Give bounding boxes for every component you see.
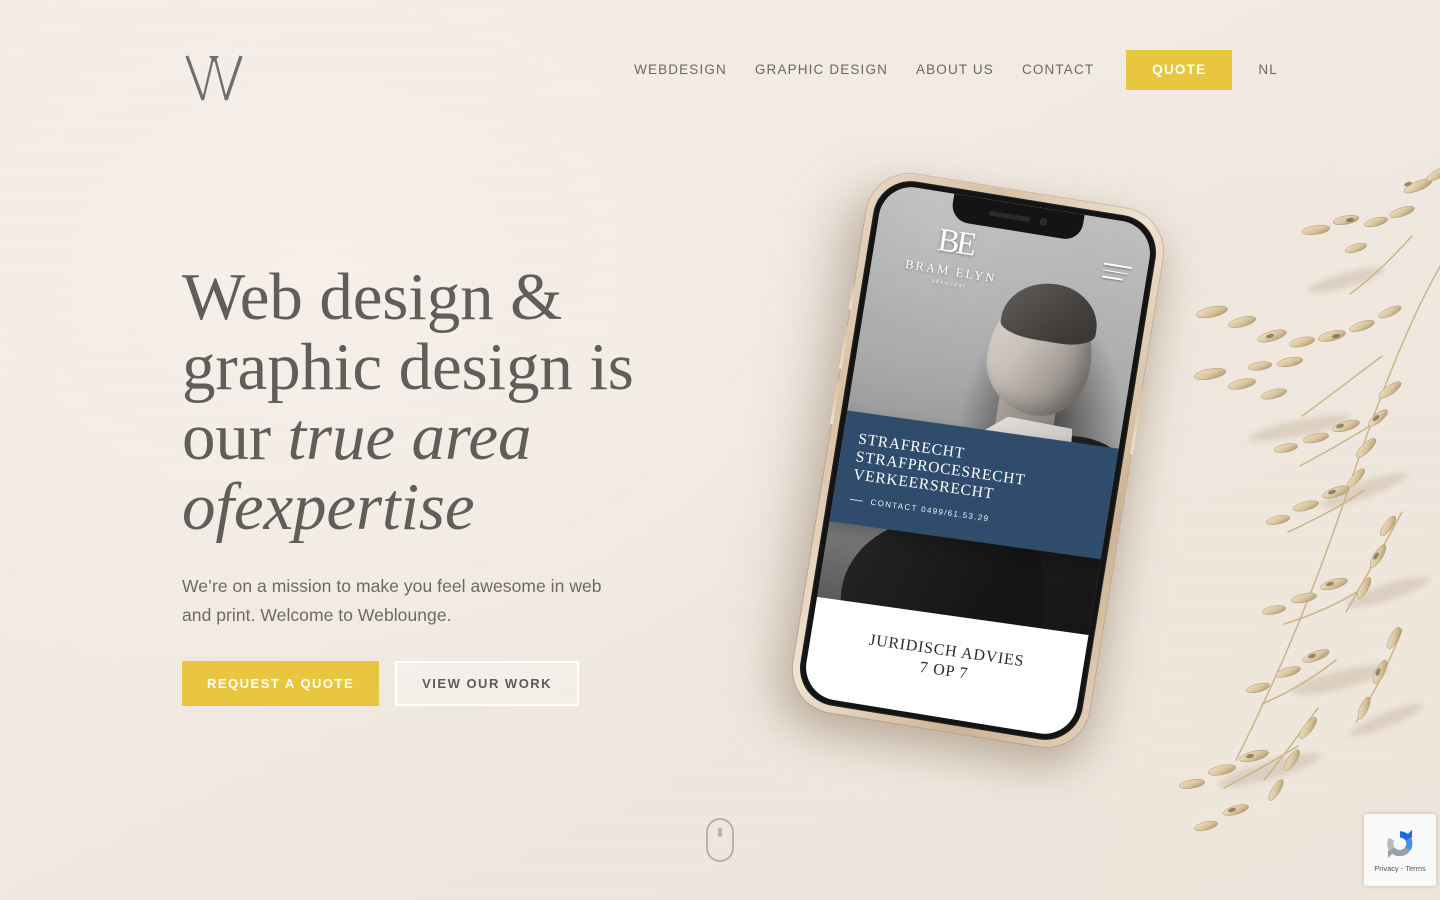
nav-link-graphic-design[interactable]: GRAPHIC DESIGN — [741, 51, 902, 89]
hero-title-line-3-emphasis: true area — [287, 400, 532, 474]
hero-title: Web design & graphic design is our true … — [182, 262, 702, 542]
site-header: WEBDESIGN GRAPHIC DESIGN ABOUT US CONTAC… — [0, 0, 1440, 140]
hero-actions: REQUEST A QUOTE VIEW OUR WORK — [182, 661, 702, 706]
nav-link-about-us[interactable]: ABOUT US — [902, 51, 1008, 89]
hero-title-line-2: graphic design is — [182, 330, 634, 404]
recaptcha-icon — [1387, 829, 1413, 859]
request-a-quote-button[interactable]: REQUEST A QUOTE — [182, 661, 380, 706]
main-navigation: WEBDESIGN GRAPHIC DESIGN ABOUT US CONTAC… — [620, 50, 1292, 90]
mouse-scroll-icon[interactable] — [706, 818, 734, 862]
site-logo[interactable] — [182, 48, 246, 104]
language-switcher[interactable]: NL — [1242, 51, 1292, 89]
recaptcha-legal-text: Privacy - Terms — [1374, 864, 1426, 873]
screen-footer-text: JURIDISCH ADVIES 7 OP 7 — [865, 631, 1025, 692]
nav-link-contact[interactable]: CONTACT — [1008, 51, 1108, 89]
recaptcha-badge[interactable]: Privacy - Terms — [1364, 814, 1436, 886]
hero-title-line-3-plain: our — [182, 400, 288, 474]
hero-subtitle: We’re on a mission to make you feel awes… — [182, 576, 602, 625]
hero-section: Web design & graphic design is our true … — [182, 262, 702, 706]
hamburger-bar — [1102, 269, 1128, 275]
hero-title-line-1: Web design & — [182, 260, 563, 334]
front-camera-icon — [1038, 217, 1048, 226]
scroll-wheel — [718, 828, 722, 837]
earpiece-speaker — [987, 210, 1031, 223]
view-our-work-button[interactable]: VIEW OUR WORK — [395, 661, 580, 706]
nav-link-webdesign[interactable]: WEBDESIGN — [620, 51, 741, 89]
nav-quote-button[interactable]: QUOTE — [1126, 50, 1233, 90]
dash-rule-icon — [849, 498, 863, 502]
w-monogram-icon — [185, 55, 243, 101]
hamburger-bar — [1101, 275, 1124, 281]
phone-mockup: BE BRAM ELYN advocaat STRAFRECHT STRAFPR… — [762, 167, 1170, 770]
hero-page: WEBDESIGN GRAPHIC DESIGN ABOUT US CONTAC… — [0, 0, 1440, 900]
dried-grass-decoration — [1150, 160, 1440, 860]
screen-contact-text: CONTACT 0499/61.53.29 — [870, 497, 990, 524]
hamburger-icon[interactable] — [1101, 262, 1132, 287]
hero-title-line-4-emphasis: ofexpertise — [182, 470, 475, 544]
dried-grass-icon — [1178, 166, 1440, 832]
